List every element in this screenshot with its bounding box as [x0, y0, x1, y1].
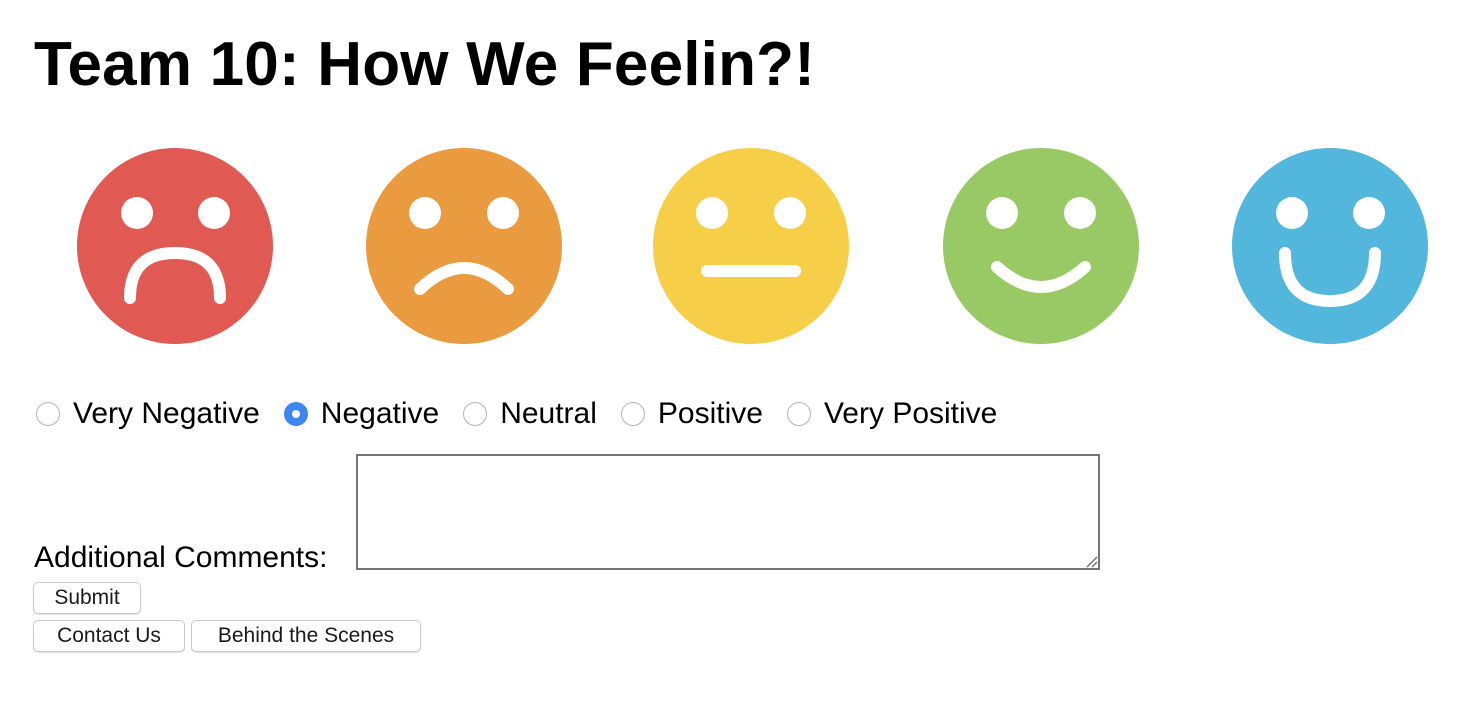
option-negative[interactable]: Negative	[283, 392, 463, 436]
option-label: Positive	[657, 397, 763, 430]
survey-page: Team 10: How We Feelin?! Very Negative N…	[0, 0, 1462, 720]
right-eye	[774, 197, 806, 229]
right-eye	[198, 197, 230, 229]
happy-face-svg	[943, 148, 1139, 344]
radio-very-positive[interactable]	[786, 402, 811, 426]
left-eye	[1276, 197, 1308, 229]
right-eye	[1353, 197, 1385, 229]
option-label: Very Positive	[823, 397, 998, 430]
radio-negative[interactable]	[283, 402, 308, 426]
comments-textarea[interactable]	[356, 454, 1100, 570]
right-eye	[1064, 197, 1096, 229]
behind-the-scenes-button[interactable]: Behind the Scenes	[191, 620, 421, 652]
left-eye	[696, 197, 728, 229]
page-title: Team 10: How We Feelin?!	[34, 30, 816, 99]
radio-neutral[interactable]	[463, 402, 488, 426]
very-happy-face-icon	[1231, 147, 1429, 345]
face-disc	[653, 148, 849, 344]
neutral-face-svg	[653, 148, 849, 344]
left-eye	[409, 197, 441, 229]
right-eye	[487, 197, 519, 229]
mood-radio-group: Very Negative Negative Neutral Positive …	[36, 392, 1021, 436]
radio-very-negative[interactable]	[36, 402, 60, 426]
contact-us-button[interactable]: Contact Us	[33, 620, 185, 652]
radio-positive[interactable]	[620, 402, 645, 426]
happy-face-icon	[942, 147, 1140, 345]
very-sad-face-icon	[76, 147, 274, 345]
submit-button[interactable]: Submit	[33, 582, 141, 614]
option-label: Negative	[320, 397, 440, 430]
very-happy-face-svg	[1232, 148, 1428, 344]
option-positive[interactable]: Positive	[620, 392, 787, 436]
face-disc	[366, 148, 562, 344]
comments-label: Additional Comments:	[34, 541, 328, 574]
neutral-face-icon	[652, 147, 850, 345]
left-eye	[121, 197, 153, 229]
option-very-positive[interactable]: Very Positive	[786, 392, 1021, 436]
face-disc	[1232, 148, 1428, 344]
left-eye	[986, 197, 1018, 229]
sad-face-svg	[366, 148, 562, 344]
face-disc	[943, 148, 1139, 344]
option-very-negative[interactable]: Very Negative	[36, 392, 284, 436]
option-neutral[interactable]: Neutral	[463, 392, 621, 436]
option-label: Neutral	[500, 397, 597, 430]
face-disc	[77, 148, 273, 344]
very-sad-face-svg	[77, 148, 273, 344]
option-label: Very Negative	[73, 397, 260, 430]
sad-face-icon	[365, 147, 563, 345]
